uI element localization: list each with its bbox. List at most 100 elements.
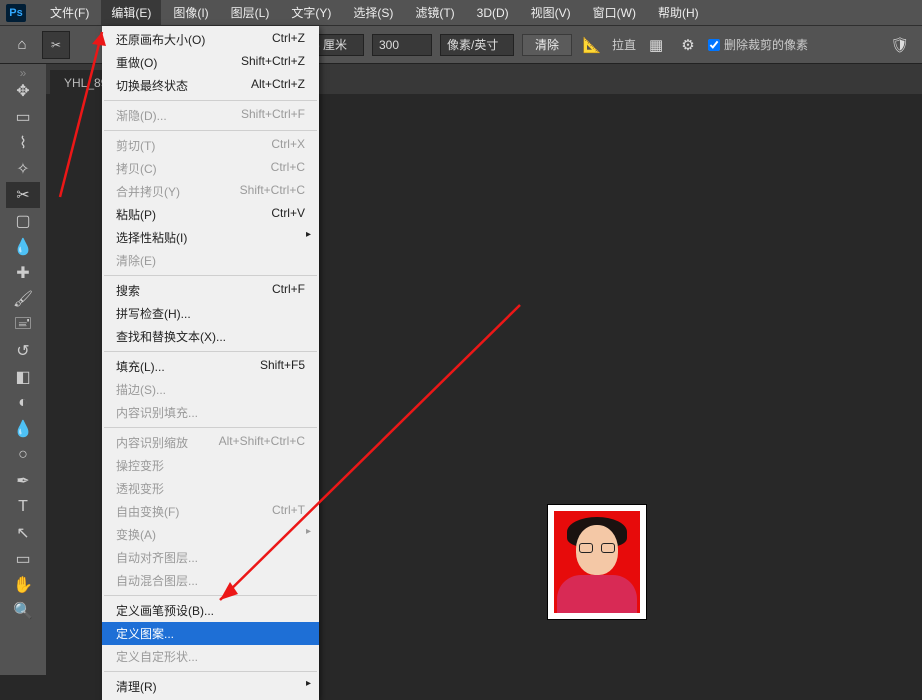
dodge-tool[interactable]: ○ xyxy=(6,442,40,468)
menu-separator xyxy=(104,671,317,672)
menu-item-shortcut: Shift+Ctrl+C xyxy=(240,183,305,200)
menu-item: 剪切(T) Ctrl+X xyxy=(102,134,319,157)
menu-separator xyxy=(104,427,317,428)
menu-item-label: 内容识别填充... xyxy=(116,404,198,421)
menu-item-label: 清除(E) xyxy=(116,252,156,269)
current-tool-icon[interactable]: ✂ xyxy=(42,31,70,59)
gradient-tool[interactable]: ◐ xyxy=(6,390,40,416)
menu-item-label: 定义自定形状... xyxy=(116,648,198,665)
menu-type[interactable]: 文字(Y) xyxy=(281,0,341,25)
menu-item: 内容识别填充... xyxy=(102,401,319,424)
menu-item[interactable]: 粘贴(P) Ctrl+V xyxy=(102,203,319,226)
straighten-icon[interactable]: 📐 xyxy=(580,33,604,57)
menu-item-label: 重做(O) xyxy=(116,54,157,71)
menu-help[interactable]: 帮助(H) xyxy=(648,0,709,25)
menu-item[interactable]: 定义图案... xyxy=(102,622,319,645)
clear-button[interactable]: 清除 xyxy=(522,34,572,56)
menu-item: 渐隐(D)...Shift+Ctrl+F xyxy=(102,104,319,127)
menu-item[interactable]: 重做(O) Shift+Ctrl+Z xyxy=(102,51,319,74)
crop-tool[interactable]: ✂ xyxy=(6,182,40,208)
shield-icon[interactable]: 🛡 xyxy=(888,33,912,57)
crop-dpi-input[interactable] xyxy=(372,34,432,56)
menu-filter[interactable]: 滤镜(T) xyxy=(405,0,464,25)
menu-item-label: 渐隐(D)... xyxy=(116,107,167,124)
edit-menu-dropdown: 还原画布大小(O)Ctrl+Z 重做(O) Shift+Ctrl+Z 切换最终状态Al… xyxy=(102,26,319,700)
lasso-tool[interactable]: ⌇ xyxy=(6,130,40,156)
eyedropper-tool[interactable]: 💧 xyxy=(6,234,40,260)
menu-item[interactable]: 清理(R) xyxy=(102,675,319,698)
canvas-image[interactable] xyxy=(548,505,646,619)
gear-icon[interactable]: ⚙ xyxy=(676,33,700,57)
grid-icon[interactable]: ▦ xyxy=(644,33,668,57)
toolbox-collapse-icon[interactable]: » xyxy=(0,68,46,78)
rectangle-tool[interactable]: ▭ xyxy=(6,546,40,572)
zoom-tool[interactable]: 🔍 xyxy=(6,598,40,624)
type-tool[interactable]: T xyxy=(6,494,40,520)
stamp-tool[interactable]: 🖃 xyxy=(6,312,40,338)
menu-separator xyxy=(104,595,317,596)
pen-tool[interactable]: ✒ xyxy=(6,468,40,494)
menu-view[interactable]: 视图(V) xyxy=(521,0,581,25)
menu-item: 内容识别缩放Alt+Shift+Ctrl+C xyxy=(102,431,319,454)
menu-item-label: 剪切(T) xyxy=(116,137,155,154)
frame-tool[interactable]: ▢ xyxy=(6,208,40,234)
history-brush-tool[interactable]: ↺ xyxy=(6,338,40,364)
menu-item-label: 自动对齐图层... xyxy=(116,549,198,566)
eraser-tool[interactable]: ◧ xyxy=(6,364,40,390)
menu-item-shortcut: Shift+F5 xyxy=(260,358,305,375)
menu-item: 合并拷贝(Y)Shift+Ctrl+C xyxy=(102,180,319,203)
menu-item[interactable]: 定义画笔预设(B)... xyxy=(102,599,319,622)
marquee-tool[interactable]: ▭ xyxy=(6,104,40,130)
healing-tool[interactable]: ✚ xyxy=(6,260,40,286)
menu-item-shortcut: Ctrl+F xyxy=(272,282,305,299)
menu-item-label: 拼写检查(H)... xyxy=(116,305,191,322)
menu-file[interactable]: 文件(F) xyxy=(40,0,99,25)
hand-tool[interactable]: ✋ xyxy=(6,572,40,598)
menu-item[interactable]: 填充(L)... Shift+F5 xyxy=(102,355,319,378)
brush-tool[interactable]: 🖌 xyxy=(6,286,40,312)
menu-select[interactable]: 选择(S) xyxy=(343,0,403,25)
menu-item-shortcut: Alt+Ctrl+Z xyxy=(251,77,305,94)
menu-item-label: 定义图案... xyxy=(116,625,174,642)
menu-item[interactable]: 选择性粘贴(I) xyxy=(102,226,319,249)
path-select-tool[interactable]: ↖ xyxy=(6,520,40,546)
menu-item-label: 选择性粘贴(I) xyxy=(116,229,187,246)
menu-window[interactable]: 窗口(W) xyxy=(583,0,646,25)
menu-item-label: 清理(R) xyxy=(116,678,157,695)
menu-item-label: 粘贴(P) xyxy=(116,206,156,223)
menu-item-label: 定义画笔预设(B)... xyxy=(116,602,214,619)
menu-item[interactable]: 查找和替换文本(X)... xyxy=(102,325,319,348)
menu-item-shortcut: Ctrl+X xyxy=(271,137,305,154)
blur-tool[interactable]: 💧 xyxy=(6,416,40,442)
menu-bar: Ps 文件(F) 编辑(E) 图像(I) 图层(L) 文字(Y) 选择(S) 滤… xyxy=(0,0,922,26)
app-logo: Ps xyxy=(6,4,26,22)
toolbox: » ✥ ▭ ⌇ ✧ ✂ ▢ 💧 ✚ 🖌 🖃 ↺ ◧ ◐ 💧 ○ ✒ T ↖ ▭ … xyxy=(0,64,46,675)
menu-3d[interactable]: 3D(D) xyxy=(467,2,519,24)
menu-item[interactable]: 拼写检查(H)... xyxy=(102,302,319,325)
home-icon[interactable]: ⌂ xyxy=(10,33,34,57)
menu-item[interactable]: 还原画布大小(O)Ctrl+Z xyxy=(102,28,319,51)
menu-item: 自由变换(F)Ctrl+T xyxy=(102,500,319,523)
menu-item-label: 透视变形 xyxy=(116,480,164,497)
magic-wand-tool[interactable]: ✧ xyxy=(6,156,40,182)
crop-unit-select[interactable]: 像素/英寸 xyxy=(440,34,514,56)
delete-crop-checkbox[interactable]: 删除裁剪的像素 xyxy=(708,36,808,53)
menu-item-shortcut: Ctrl+V xyxy=(271,206,305,223)
menu-item: 透视变形 xyxy=(102,477,319,500)
menu-layer[interactable]: 图层(L) xyxy=(221,0,280,25)
menu-separator xyxy=(104,351,317,352)
menu-item-shortcut: Ctrl+C xyxy=(271,160,305,177)
menu-image[interactable]: 图像(I) xyxy=(163,0,218,25)
menu-item-shortcut: Ctrl+T xyxy=(272,503,305,520)
menu-item-shortcut: Shift+Ctrl+Z xyxy=(241,54,305,71)
menu-item: 变换(A) xyxy=(102,523,319,546)
menu-item: 描边(S)... xyxy=(102,378,319,401)
menu-item: 自动对齐图层... xyxy=(102,546,319,569)
menu-separator xyxy=(104,100,317,101)
menu-item[interactable]: 搜索Ctrl+F xyxy=(102,279,319,302)
menu-separator xyxy=(104,130,317,131)
menu-edit[interactable]: 编辑(E) xyxy=(101,0,161,25)
menu-item[interactable]: 切换最终状态Alt+Ctrl+Z xyxy=(102,74,319,97)
move-tool[interactable]: ✥ xyxy=(6,78,40,104)
menu-item-label: 填充(L)... xyxy=(116,358,165,375)
